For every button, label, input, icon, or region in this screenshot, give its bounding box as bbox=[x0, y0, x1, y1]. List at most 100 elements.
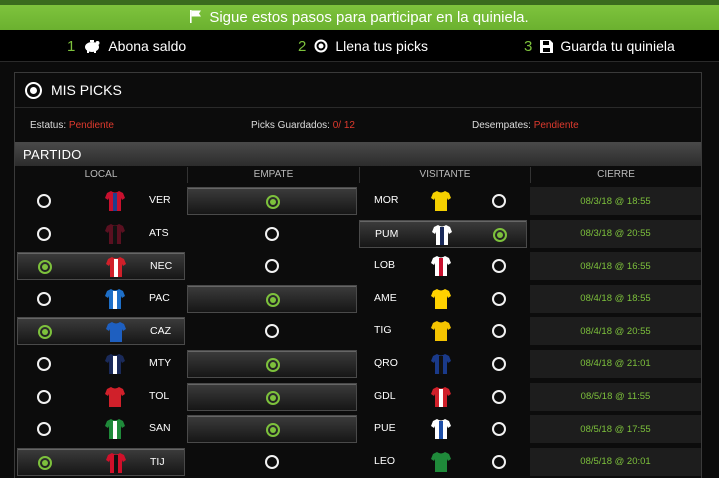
visitante-radio[interactable] bbox=[492, 356, 506, 371]
visitante-option[interactable]: LEO bbox=[359, 448, 527, 476]
step-abona-saldo[interactable]: 1 Abona saldo bbox=[67, 30, 186, 62]
status-bar: Estatus: Pendiente Picks Guardados: 0/ 1… bbox=[15, 109, 701, 141]
flag-icon bbox=[190, 9, 202, 26]
visitante-option[interactable]: QRO bbox=[359, 350, 527, 378]
local-option[interactable]: TIJ bbox=[17, 447, 185, 476]
local-jersey-icon bbox=[105, 223, 125, 245]
local-option[interactable]: MTY bbox=[17, 350, 185, 378]
empate-radio[interactable] bbox=[266, 423, 280, 438]
visitante-option[interactable]: PUM bbox=[359, 219, 527, 248]
partido-header: PARTIDO bbox=[15, 142, 701, 166]
visitante-radio[interactable] bbox=[492, 194, 506, 208]
step-label: Llena tus picks bbox=[335, 38, 428, 54]
visitante-jersey-icon bbox=[431, 353, 451, 375]
local-option[interactable]: VER bbox=[17, 187, 185, 215]
local-team: MTY bbox=[149, 356, 172, 369]
table-row: MTY QRO 08/4/18 @ 21:01 bbox=[15, 348, 701, 380]
visitante-radio[interactable] bbox=[492, 291, 506, 306]
visitante-option[interactable]: GDL bbox=[359, 383, 527, 411]
visitante-team: PUE bbox=[374, 422, 396, 435]
visitante-jersey-icon bbox=[431, 288, 451, 310]
visitante-option[interactable]: AME bbox=[359, 285, 527, 313]
estatus: Estatus: Pendiente bbox=[30, 120, 114, 131]
local-radio[interactable] bbox=[37, 356, 51, 371]
table-row: TIJ LEO 08/5/18 @ 20:01 bbox=[15, 446, 701, 478]
cierre-time: 08/4/18 @ 20:55 bbox=[530, 317, 701, 346]
local-radio[interactable] bbox=[37, 291, 51, 306]
empate-radio[interactable] bbox=[265, 226, 279, 241]
local-team: NEC bbox=[150, 260, 173, 273]
empate-option[interactable] bbox=[187, 252, 357, 280]
visitante-option[interactable]: LOB bbox=[359, 252, 527, 280]
step-guarda-quiniela[interactable]: 3 Guarda tu quiniela bbox=[524, 30, 675, 62]
local-radio[interactable] bbox=[38, 260, 52, 275]
cierre-time: 08/3/18 @ 18:55 bbox=[530, 187, 701, 215]
estatus-value: Pendiente bbox=[68, 120, 114, 131]
empate-option[interactable] bbox=[187, 415, 357, 444]
empate-option[interactable] bbox=[187, 448, 357, 476]
visitante-option[interactable]: MOR bbox=[359, 187, 527, 215]
floppy-disk-icon bbox=[540, 39, 554, 53]
cierre-time: 08/4/18 @ 21:01 bbox=[530, 349, 701, 378]
table-row: NEC LOB 08/4/18 @ 16:55 bbox=[15, 250, 701, 282]
visitante-team: AME bbox=[374, 291, 397, 304]
local-team: TIJ bbox=[150, 455, 165, 468]
step-label: Guarda tu quiniela bbox=[560, 38, 675, 54]
local-jersey-icon bbox=[106, 452, 126, 474]
local-radio[interactable] bbox=[38, 325, 52, 340]
empate-option[interactable] bbox=[187, 220, 357, 248]
visitante-jersey-icon bbox=[431, 418, 451, 440]
local-option[interactable]: TOL bbox=[17, 383, 185, 411]
local-team: TOL bbox=[149, 389, 170, 402]
local-option[interactable]: PAC bbox=[17, 285, 185, 313]
local-team: SAN bbox=[149, 422, 171, 435]
step-number: 3 bbox=[524, 37, 533, 55]
local-jersey-icon bbox=[106, 256, 126, 278]
cierre-time: 08/5/18 @ 20:01 bbox=[530, 447, 701, 476]
local-radio[interactable] bbox=[37, 194, 51, 208]
empate-radio[interactable] bbox=[265, 259, 279, 274]
table-header: LOCAL EMPATE VISITANTE CIERRE bbox=[15, 167, 701, 183]
empate-option[interactable] bbox=[187, 284, 357, 313]
visitante-radio[interactable] bbox=[492, 389, 506, 404]
visitante-team: GDL bbox=[374, 389, 396, 402]
empate-radio[interactable] bbox=[266, 195, 280, 209]
visitante-radio[interactable] bbox=[492, 422, 506, 437]
visitante-jersey-icon bbox=[431, 320, 451, 342]
visitante-radio[interactable] bbox=[493, 227, 507, 242]
local-radio[interactable] bbox=[38, 455, 52, 470]
empate-option[interactable] bbox=[187, 317, 357, 345]
empate-option[interactable] bbox=[187, 187, 357, 215]
visitante-radio[interactable] bbox=[492, 259, 506, 274]
empate-option[interactable] bbox=[187, 382, 357, 411]
empate-radio[interactable] bbox=[266, 292, 280, 307]
visitante-jersey-icon bbox=[431, 255, 451, 277]
local-radio[interactable] bbox=[37, 422, 51, 437]
steps-bar: 1 Abona saldo 2 Llena tus picks 3 Guarda… bbox=[0, 30, 719, 62]
local-option[interactable]: ATS bbox=[17, 220, 185, 248]
empate-option[interactable] bbox=[187, 349, 357, 378]
local-option[interactable]: CAZ bbox=[17, 317, 185, 346]
visitante-team: TIG bbox=[374, 324, 392, 337]
visitante-team: MOR bbox=[374, 194, 399, 206]
step-llena-picks[interactable]: 2 Llena tus picks bbox=[298, 30, 428, 62]
local-radio[interactable] bbox=[37, 226, 51, 241]
visitante-radio[interactable] bbox=[492, 454, 506, 469]
visitante-option[interactable]: PUE bbox=[359, 415, 527, 443]
empate-radio[interactable] bbox=[266, 357, 280, 372]
local-radio[interactable] bbox=[37, 389, 51, 404]
local-jersey-icon bbox=[105, 386, 125, 408]
visitante-team: LEO bbox=[374, 454, 396, 467]
visitante-team: LOB bbox=[374, 259, 396, 272]
visitante-option[interactable]: TIG bbox=[359, 317, 527, 345]
col-visitante: VISITANTE bbox=[359, 167, 530, 183]
local-option[interactable]: SAN bbox=[17, 415, 185, 443]
panel-header: MIS PICKS bbox=[15, 73, 701, 108]
empate-radio[interactable] bbox=[265, 454, 279, 469]
empate-radio[interactable] bbox=[266, 390, 280, 405]
visitante-radio[interactable] bbox=[492, 324, 506, 339]
panel-title: MIS PICKS bbox=[51, 82, 122, 98]
empate-radio[interactable] bbox=[265, 324, 279, 339]
local-option[interactable]: NEC bbox=[17, 252, 185, 281]
step-number: 2 bbox=[298, 37, 307, 55]
